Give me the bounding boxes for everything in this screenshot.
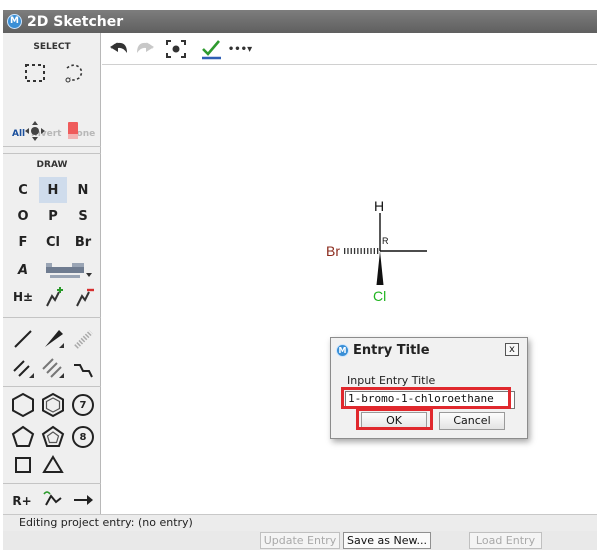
- save-as-new-button[interactable]: Save as New...: [343, 532, 431, 549]
- entry-title-dialog: M Entry Title x Input Entry Title 1-brom…: [330, 337, 528, 439]
- close-icon[interactable]: x: [505, 343, 519, 356]
- status-bar: Editing project entry: (no entry): [3, 514, 597, 531]
- atom-cl-label[interactable]: Cl: [373, 288, 386, 304]
- update-entry-button[interactable]: Update Entry: [260, 532, 340, 549]
- status-text: Editing project entry: (no entry): [19, 516, 193, 529]
- load-entry-button[interactable]: Load Entry: [469, 532, 542, 549]
- entry-title-input[interactable]: 1-bromo-1-chloroethane: [345, 391, 515, 409]
- entry-title-label: Input Entry Title: [347, 374, 436, 387]
- dialog-titlebar: M Entry Title: [331, 338, 527, 362]
- ok-button[interactable]: OK: [361, 412, 427, 430]
- molecule-bonds: [344, 213, 427, 285]
- dialog-title: Entry Title: [353, 342, 430, 358]
- cancel-button[interactable]: Cancel: [439, 412, 505, 430]
- atom-h-label[interactable]: H: [374, 198, 384, 214]
- dialog-logo-icon: M: [336, 343, 349, 357]
- atom-br-label[interactable]: Br: [326, 243, 340, 259]
- stereo-label: R: [382, 236, 389, 246]
- bottom-button-bar: Update Entry Save as New... Load Entry: [3, 531, 597, 550]
